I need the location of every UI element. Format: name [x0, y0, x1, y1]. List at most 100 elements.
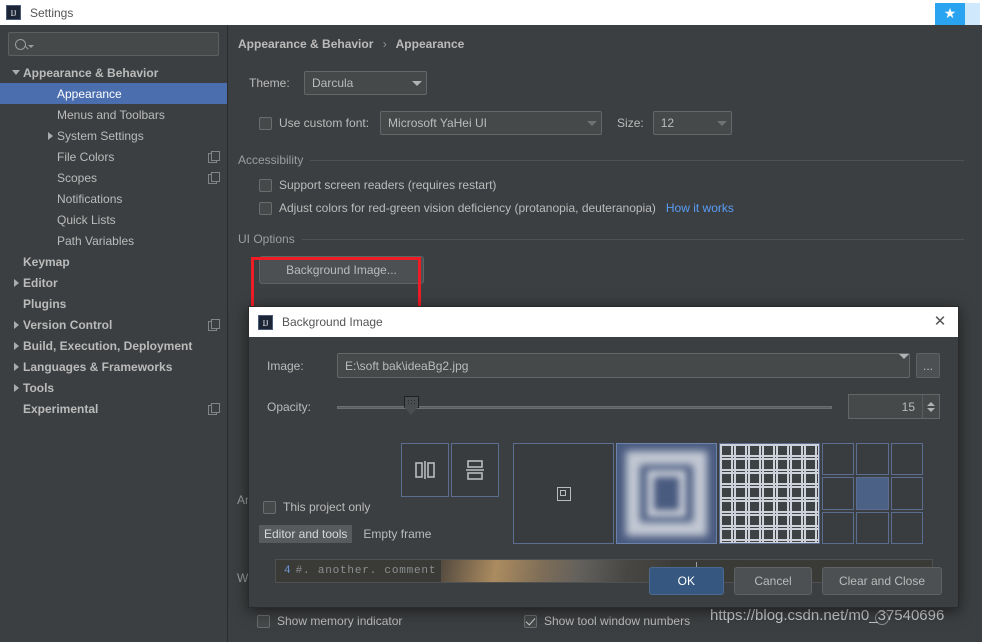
sidebar-item-tools[interactable]: Tools — [0, 377, 227, 398]
font-size-value: 12 — [660, 116, 675, 130]
slider-thumb[interactable] — [404, 395, 420, 416]
sidebar-item-menus-and-toolbars[interactable]: Menus and Toolbars — [0, 104, 227, 125]
anchor-cell[interactable] — [856, 511, 889, 544]
chevron-right-icon[interactable] — [9, 383, 23, 392]
sidebar-item-label: Version Control — [23, 317, 113, 332]
fill-scale-tile[interactable] — [616, 443, 717, 544]
image-path-field[interactable]: E:\soft bak\ideaBg2.jpg — [337, 353, 910, 378]
show-memory-indicator-checkbox[interactable] — [257, 614, 270, 628]
fill-tile-tile[interactable] — [719, 443, 820, 544]
screen-readers-label: Support screen readers (requires restart… — [279, 178, 497, 192]
sidebar-item-appearance-behavior[interactable]: Appearance & Behavior — [0, 62, 227, 83]
color-deficiency-checkbox[interactable] — [259, 201, 272, 215]
chevron-right-icon[interactable] — [9, 320, 23, 329]
font-size-select[interactable]: 12 — [652, 111, 732, 135]
sidebar-item-system-settings[interactable]: System Settings — [0, 125, 227, 146]
chevron-down-icon — [28, 44, 34, 48]
sidebar-item-quick-lists[interactable]: Quick Lists — [0, 209, 227, 230]
baidu-netdisk-glyph: ★ — [935, 3, 965, 25]
dialog-body: Image: E:\soft bak\ideaBg2.jpg ... Opaci… — [249, 337, 958, 607]
clear-and-close-button[interactable]: Clear and Close — [822, 567, 942, 595]
use-custom-font-checkbox[interactable] — [259, 116, 272, 130]
dialog-button-bar: OK Cancel Clear and Close — [648, 567, 942, 595]
anchor-cell[interactable] — [822, 477, 855, 510]
how-it-works-link[interactable]: How it works — [666, 201, 734, 215]
sidebar-item-label: Experimental — [23, 401, 99, 416]
search-input[interactable] — [39, 36, 209, 52]
this-project-only-row: This project only — [263, 500, 370, 514]
cancel-button[interactable]: Cancel — [734, 567, 812, 595]
window-options-label-partial: W — [237, 571, 249, 585]
breadcrumb-root[interactable]: Appearance & Behavior — [238, 37, 373, 51]
sidebar-item-keymap[interactable]: Keymap — [0, 251, 227, 272]
preview-line-number: 4 — [284, 565, 291, 577]
fill-mode-tiles — [513, 443, 923, 544]
configurable-copy-icon — [208, 172, 220, 184]
chevron-down-icon[interactable] — [9, 70, 23, 75]
anchor-cell[interactable] — [890, 511, 923, 544]
chevron-down-icon[interactable] — [899, 353, 909, 373]
sidebar-item-path-variables[interactable]: Path Variables — [0, 230, 227, 251]
close-icon[interactable]: ✕ — [932, 314, 948, 330]
flip-vertical-button[interactable] — [451, 443, 499, 497]
use-custom-font-label: Use custom font: — [279, 116, 370, 130]
show-tool-window-numbers-checkbox[interactable] — [524, 614, 537, 628]
scaled-preview-inner — [647, 470, 686, 517]
image-path-value: E:\soft bak\ideaBg2.jpg — [345, 358, 469, 373]
dialog-title: Background Image — [282, 315, 383, 329]
screen-readers-checkbox[interactable] — [259, 178, 272, 192]
sidebar-item-languages-frameworks[interactable]: Languages & Frameworks — [0, 356, 227, 377]
search-box[interactable] — [8, 32, 219, 56]
sidebar-item-plugins[interactable]: Plugins — [0, 293, 227, 314]
preview-code-text: #. another. comment — [295, 565, 437, 577]
browse-button[interactable]: ... — [916, 353, 940, 378]
show-memory-indicator-row: Show memory indicator — [257, 614, 402, 628]
sidebar-item-appearance[interactable]: Appearance — [0, 83, 227, 104]
sidebar-item-build-execution-deployment[interactable]: Build, Execution, Deployment — [0, 335, 227, 356]
segment-empty-frame[interactable]: Empty frame — [358, 525, 436, 543]
configurable-copy-icon — [208, 151, 220, 163]
accessibility-group-label: Accessibility — [238, 153, 304, 167]
sidebar-item-file-colors[interactable]: File Colors — [0, 146, 227, 167]
ok-button[interactable]: OK — [648, 567, 724, 595]
theme-row: Theme: Darcula — [249, 71, 982, 95]
theme-select[interactable]: Darcula — [304, 71, 427, 95]
opacity-spinner[interactable]: 15 — [848, 394, 940, 419]
target-segment-group: Editor and tools Empty frame — [259, 525, 436, 543]
anchor-cell[interactable] — [822, 511, 855, 544]
this-project-only-checkbox[interactable] — [263, 500, 276, 514]
anchor-cell-selected[interactable] — [856, 477, 889, 510]
dialog-titlebar: IJ Background Image ✕ — [249, 307, 958, 337]
flip-horizontal-button[interactable] — [401, 443, 449, 497]
show-memory-indicator-label: Show memory indicator — [277, 614, 403, 628]
sidebar-item-label: Languages & Frameworks — [23, 359, 173, 374]
chevron-right-icon[interactable] — [9, 362, 23, 371]
spinner-arrows[interactable] — [922, 395, 939, 418]
sidebar-item-version-control[interactable]: Version Control — [0, 314, 227, 335]
group-divider — [310, 159, 964, 161]
custom-font-select[interactable]: Microsoft YaHei UI — [380, 111, 603, 135]
sidebar-item-editor[interactable]: Editor — [0, 272, 227, 293]
anchor-cell[interactable] — [822, 443, 855, 476]
chevron-right-icon[interactable] — [43, 131, 57, 140]
show-tool-window-numbers-label: Show tool window numbers — [544, 614, 691, 628]
opacity-label: Opacity: — [267, 399, 312, 414]
anchor-cell[interactable] — [856, 443, 889, 476]
anchor-grid[interactable] — [822, 443, 923, 544]
opacity-slider[interactable] — [337, 395, 832, 418]
breadcrumb-leaf: Appearance — [395, 37, 465, 51]
segment-editor-and-tools[interactable]: Editor and tools — [259, 525, 353, 543]
sidebar-item-scopes[interactable]: Scopes — [0, 167, 227, 188]
chevron-right-icon[interactable] — [9, 341, 23, 350]
chevron-right-icon[interactable] — [9, 278, 23, 287]
intellij-idea-icon: IJ — [258, 314, 273, 330]
anchor-cell[interactable] — [890, 443, 923, 476]
sidebar-item-notifications[interactable]: Notifications — [0, 188, 227, 209]
background-photo-preview — [441, 560, 671, 582]
sidebar-item-experimental[interactable]: Experimental — [0, 398, 227, 419]
sidebar-item-label: Quick Lists — [57, 212, 116, 227]
baidu-netdisk-icon[interactable]: ★ — [935, 3, 980, 25]
chevron-down-icon — [713, 112, 731, 134]
fill-center-tile[interactable] — [513, 443, 614, 544]
anchor-cell[interactable] — [890, 477, 923, 510]
